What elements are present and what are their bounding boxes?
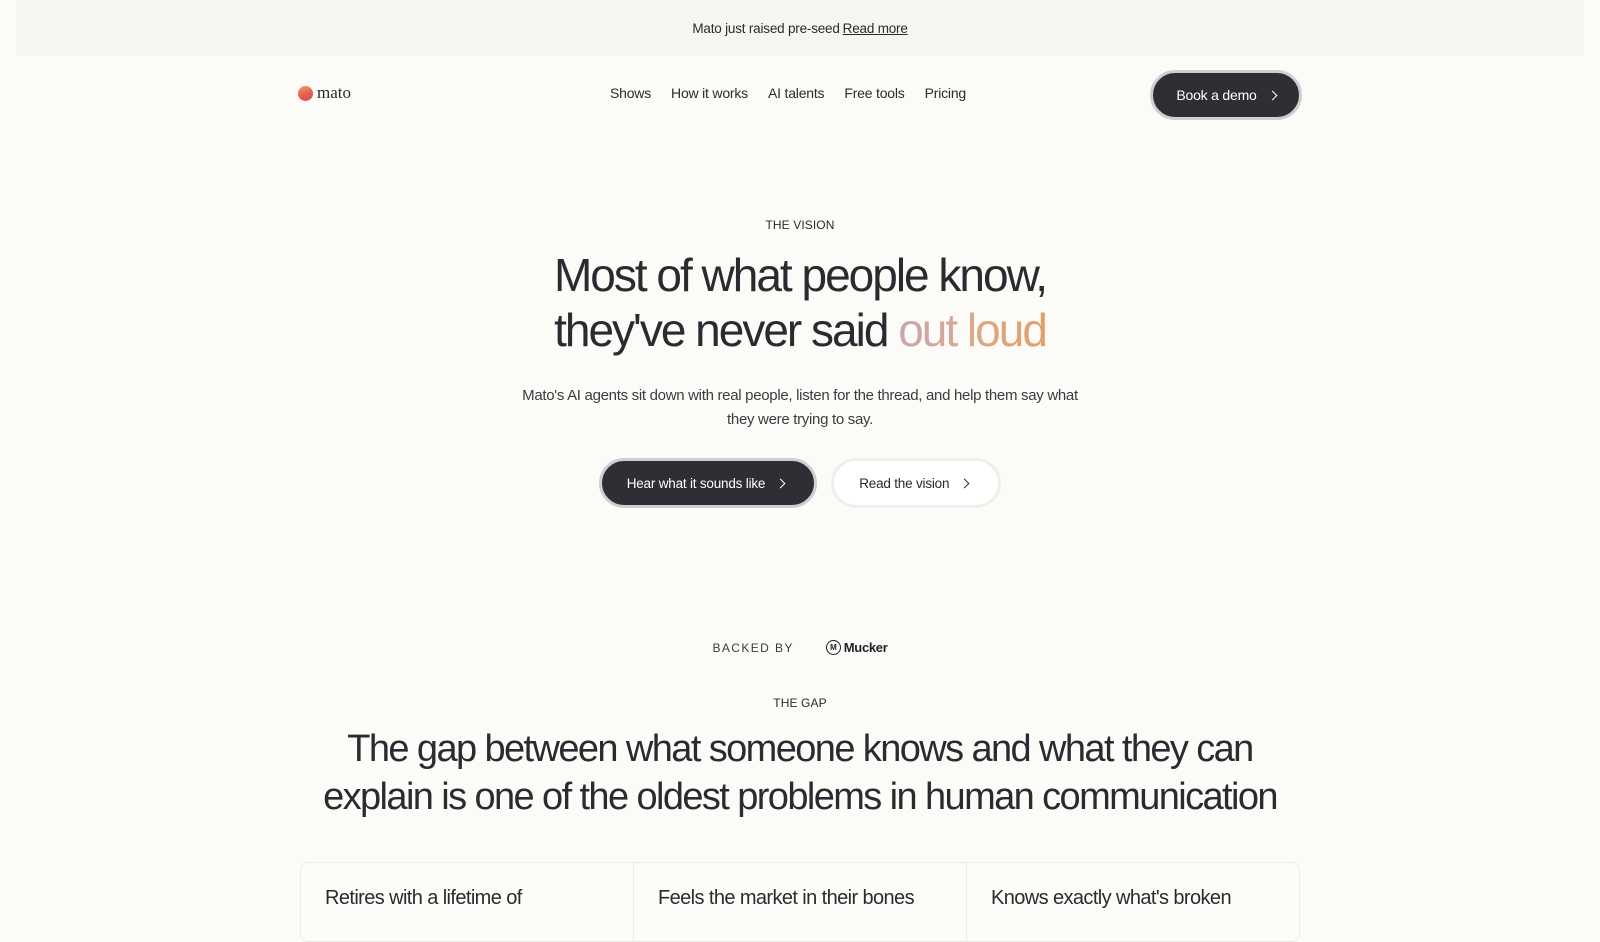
top-nav: mato Shows How it works AI talents Free … bbox=[298, 68, 1302, 120]
gap-card: Retires with a lifetime of bbox=[301, 863, 634, 941]
hero-title-accent: out loud bbox=[898, 304, 1048, 356]
chevron-right-icon bbox=[775, 478, 786, 488]
gap-title: The gap between what someone knows and w… bbox=[323, 728, 1278, 818]
chevron-right-icon bbox=[959, 478, 970, 488]
logo[interactable]: mato bbox=[298, 83, 351, 103]
announcement-bar: Mato just raised pre-seed Read more bbox=[16, 0, 1584, 56]
gap-cards: Retires with a lifetime of Feels the mar… bbox=[300, 862, 1300, 942]
hear-sounds-label: Hear what it sounds like bbox=[626, 475, 766, 491]
hero-title-line2: they've never said bbox=[554, 304, 899, 356]
book-demo-button[interactable]: Book a demo bbox=[1150, 70, 1302, 120]
logo-text: mato bbox=[317, 83, 351, 102]
gap-card: Feels the market in their bones bbox=[634, 863, 967, 941]
hear-sounds-button[interactable]: Hear what it sounds like bbox=[598, 458, 818, 508]
announcement-text: Mato just raised pre-seed bbox=[692, 20, 840, 36]
read-vision-button[interactable]: Read the vision bbox=[831, 458, 1002, 508]
hero-subtitle: Mato's AI agents sit down with real peop… bbox=[522, 387, 1078, 428]
hero-cta-row: Hear what it sounds like Read the vision bbox=[0, 458, 1600, 508]
hero-title: Most of what people know, they've never … bbox=[0, 248, 1600, 358]
announcement-read-more-link[interactable]: Read more bbox=[843, 21, 908, 36]
nav-item-ai-talents[interactable]: AI talents bbox=[768, 85, 825, 101]
nav-item-shows[interactable]: Shows bbox=[610, 85, 651, 101]
book-demo-label: Book a demo bbox=[1176, 87, 1257, 103]
gap-eyebrow: THE GAP bbox=[773, 696, 827, 710]
nav-item-free-tools[interactable]: Free tools bbox=[844, 85, 904, 101]
hero-eyebrow: THE VISION bbox=[765, 218, 835, 232]
backed-by-label: BACKED BY bbox=[712, 640, 794, 655]
gap-card: Knows exactly what's broken bbox=[991, 887, 1232, 909]
nav-item-pricing[interactable]: Pricing bbox=[925, 85, 967, 101]
hero-title-line1: Most of what people know, bbox=[553, 249, 1048, 301]
nav-item-how-it-works[interactable]: How it works bbox=[671, 85, 748, 101]
mucker-mark-icon: M bbox=[825, 640, 841, 655]
read-vision-label: Read the vision bbox=[859, 475, 950, 491]
mucker-name: Mucker bbox=[843, 640, 888, 655]
logo-mark-icon bbox=[298, 85, 313, 101]
nav-menu: Shows How it works AI talents Free tools… bbox=[610, 68, 966, 118]
mucker-logo: M Mucker bbox=[825, 640, 888, 655]
chevron-right-icon bbox=[1267, 90, 1278, 100]
backed-by-row: BACKED BY M Mucker bbox=[0, 640, 1600, 655]
